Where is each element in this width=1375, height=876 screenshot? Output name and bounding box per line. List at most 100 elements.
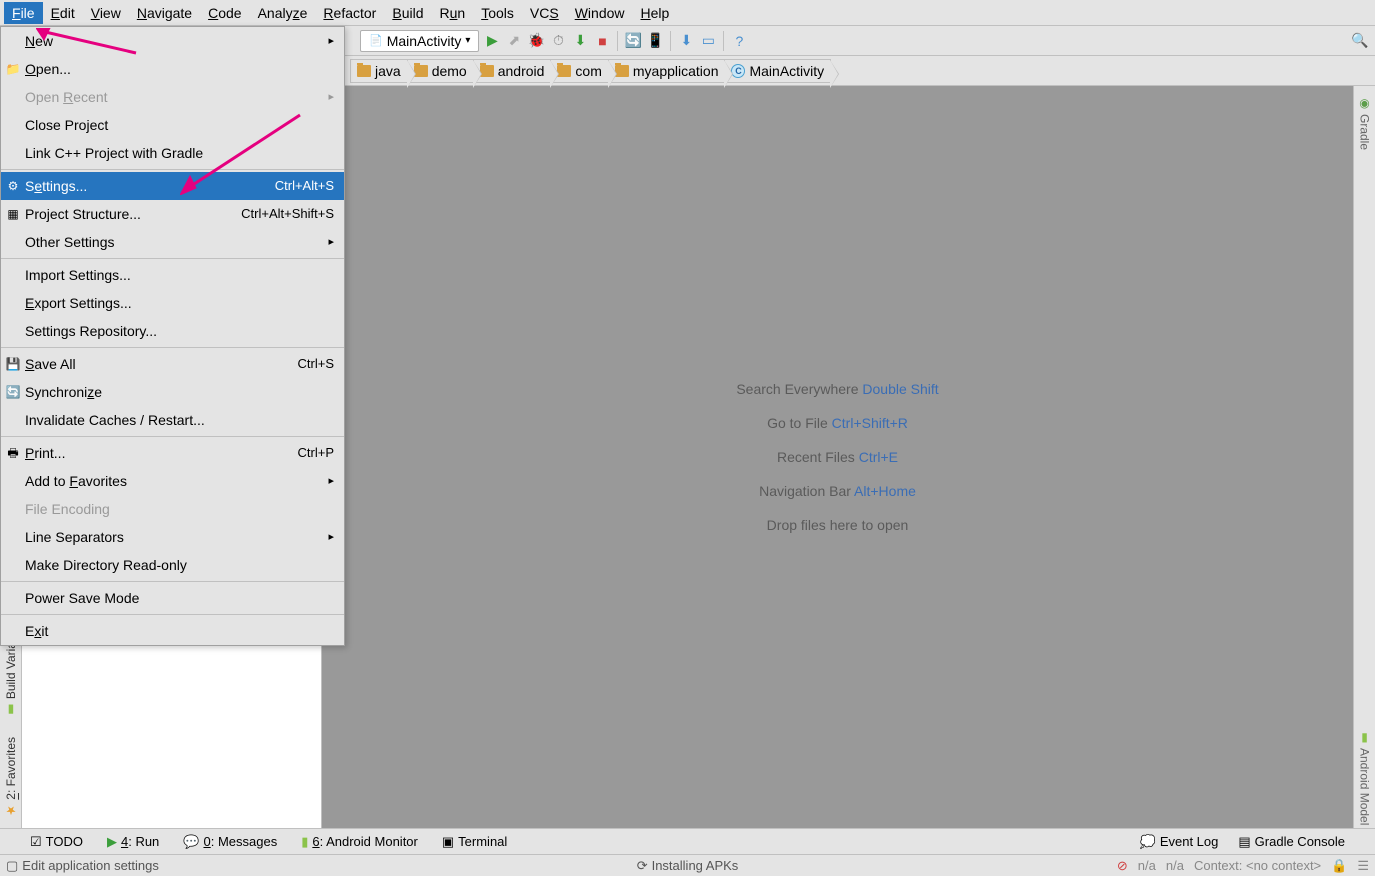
tab-messages[interactable]: 💬0: Messages: [183, 834, 277, 850]
star-icon: ★: [4, 804, 18, 818]
menu-item-new[interactable]: New▸: [1, 27, 344, 55]
folder-icon: [357, 65, 371, 77]
menu-item-import-settings[interactable]: Import Settings...: [1, 261, 344, 289]
status-na2: n/a: [1166, 858, 1184, 873]
menu-item-open-recent: Open Recent▸: [1, 83, 344, 111]
hint-navbar: Navigation Bar Alt+Home: [759, 483, 916, 499]
menu-navigate[interactable]: Navigate: [129, 2, 200, 24]
help-icon[interactable]: ?: [730, 32, 748, 50]
tab-event-log[interactable]: 💭Event Log: [1140, 834, 1219, 850]
submenu-arrow-icon: ▸: [328, 86, 334, 108]
tab-favorites[interactable]: ★2: Favorites: [4, 737, 18, 818]
menu-edit[interactable]: Edit: [43, 2, 83, 24]
sdk-icon[interactable]: ⬇: [677, 32, 695, 50]
menu-item-print[interactable]: 🖶Print...Ctrl+P: [1, 439, 344, 467]
console-icon: ▤: [1238, 834, 1250, 850]
menu-item-power-save-mode[interactable]: Power Save Mode: [1, 584, 344, 612]
menu-item-label: File Encoding: [25, 498, 110, 520]
menu-item-exit[interactable]: Exit: [1, 617, 344, 645]
menu-window[interactable]: Window: [567, 2, 633, 24]
tab-gradle[interactable]: ◉Gradle: [1358, 96, 1372, 150]
menu-item-add-to-favorites[interactable]: Add to Favorites▸: [1, 467, 344, 495]
tab-todo[interactable]: ☑TODO: [30, 834, 83, 850]
tab-terminal[interactable]: ▣Terminal: [442, 834, 507, 850]
menu-code[interactable]: Code: [200, 2, 249, 24]
print-icon: 🖶: [5, 445, 21, 461]
crumb-android[interactable]: android: [473, 59, 551, 83]
menu-item-label: Import Settings...: [25, 264, 131, 286]
crumb-myapplication[interactable]: myapplication: [608, 59, 725, 83]
menu-view[interactable]: View: [83, 2, 129, 24]
run-icon: ▶: [107, 834, 117, 850]
tab-android-model[interactable]: ▮Android Model: [1358, 730, 1372, 825]
crumb-demo[interactable]: demo: [407, 59, 473, 83]
menu-shortcut: Ctrl+Alt+Shift+S: [241, 203, 334, 225]
chevron-down-icon: ▾: [465, 35, 470, 46]
menu-item-open[interactable]: 📁Open...: [1, 55, 344, 83]
gradle-icon: ◉: [1358, 96, 1372, 110]
run-icon[interactable]: ▶: [483, 32, 501, 50]
profile-icon[interactable]: ⏱: [549, 32, 567, 50]
menu-run[interactable]: Run: [432, 2, 474, 24]
lock-icon[interactable]: 🔒: [1331, 858, 1347, 874]
menu-separator: [1, 169, 344, 170]
menu-tools[interactable]: Tools: [473, 2, 522, 24]
tab-android-monitor[interactable]: ▮6: Android Monitor: [301, 834, 418, 850]
menu-item-file-encoding: File Encoding: [1, 495, 344, 523]
folder-icon: 📁: [5, 61, 21, 77]
arrow-up-icon[interactable]: ⬈: [505, 32, 523, 50]
search-icon[interactable]: 🔍: [1351, 32, 1369, 50]
status-progress: Installing APKs: [652, 858, 739, 873]
menu-item-label: New: [25, 30, 53, 52]
todo-icon: ☑: [30, 834, 42, 850]
hector-icon[interactable]: ☰: [1357, 858, 1369, 874]
menu-file[interactable]: File: [4, 2, 43, 24]
crumb-java[interactable]: java: [350, 59, 407, 83]
android-icon: ▮: [301, 834, 308, 850]
editor-area[interactable]: Search Everywhere Double Shift Go to Fil…: [322, 86, 1353, 828]
menu-help[interactable]: Help: [633, 2, 678, 24]
menu-build[interactable]: Build: [384, 2, 431, 24]
menu-separator: [1, 614, 344, 615]
menu-refactor[interactable]: Refactor: [315, 2, 384, 24]
crumb-class[interactable]: CMainActivity: [724, 59, 831, 83]
tab-gradle-console[interactable]: ▤Gradle Console: [1238, 834, 1345, 850]
status-context[interactable]: Context: <no context>: [1194, 858, 1321, 873]
sync-gradle-icon[interactable]: 🔄: [624, 32, 642, 50]
menu-item-settings-repository[interactable]: Settings Repository...: [1, 317, 344, 345]
layout-icon[interactable]: ▭: [699, 32, 717, 50]
menu-item-other-settings[interactable]: Other Settings▸: [1, 228, 344, 256]
menu-separator: [1, 258, 344, 259]
menu-item-invalidate-caches-restart[interactable]: Invalidate Caches / Restart...: [1, 406, 344, 434]
run-config-select[interactable]: 📄 MainActivity ▾: [360, 30, 479, 52]
menu-vcs[interactable]: VCS: [522, 2, 567, 24]
right-tool-strip: ◉Gradle ▮Android Model: [1353, 86, 1375, 828]
class-icon: C: [731, 64, 745, 78]
menu-item-settings[interactable]: ⚙Settings...Ctrl+Alt+S: [1, 172, 344, 200]
menu-item-label: Line Separators: [25, 526, 124, 548]
menu-separator: [1, 347, 344, 348]
menu-item-label: Settings...: [25, 175, 87, 197]
attach-icon[interactable]: ⬇: [571, 32, 589, 50]
menu-item-export-settings[interactable]: Export Settings...: [1, 289, 344, 317]
android-icon: ▮: [1358, 730, 1372, 744]
tab-run[interactable]: ▶4: Run: [107, 834, 159, 850]
window-icon[interactable]: ▢: [6, 858, 18, 874]
submenu-arrow-icon: ▸: [328, 231, 334, 253]
menu-item-synchronize[interactable]: 🔄Synchronize: [1, 378, 344, 406]
menu-item-label: Close Project: [25, 114, 108, 136]
menu-item-close-project[interactable]: Close Project: [1, 111, 344, 139]
app-icon: 📄: [369, 34, 383, 47]
status-bar: ▢ Edit application settings ⟳ Installing…: [0, 854, 1375, 876]
menu-item-line-separators[interactable]: Line Separators▸: [1, 523, 344, 551]
debug-icon[interactable]: 🐞: [527, 32, 545, 50]
menu-item-link-c-project-with-gradle[interactable]: Link C++ Project with Gradle: [1, 139, 344, 167]
menu-analyze[interactable]: Analyze: [250, 2, 316, 24]
menu-item-save-all[interactable]: 💾Save AllCtrl+S: [1, 350, 344, 378]
avd-icon[interactable]: 📱: [646, 32, 664, 50]
error-icon[interactable]: ⊘: [1117, 858, 1128, 874]
menu-item-project-structure[interactable]: ▦Project Structure...Ctrl+Alt+Shift+S: [1, 200, 344, 228]
menu-item-make-directory-read-only[interactable]: Make Directory Read-only: [1, 551, 344, 579]
stop-icon[interactable]: ■: [593, 32, 611, 50]
folder-icon: [414, 65, 428, 77]
